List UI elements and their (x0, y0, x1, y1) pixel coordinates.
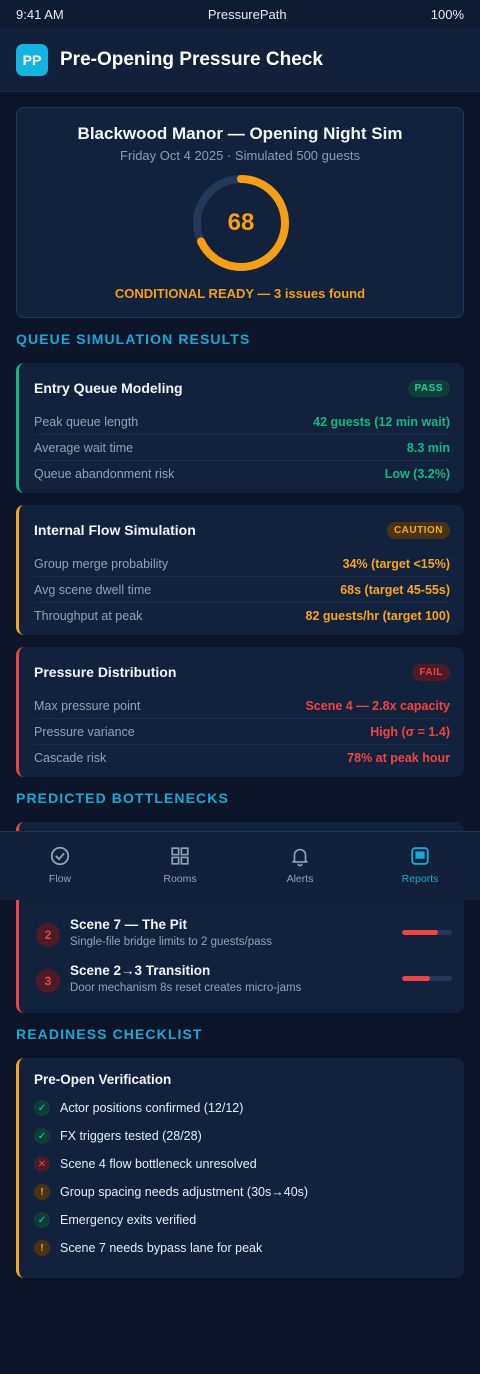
bottleneck-title: Scene 7 — The Pit (70, 917, 188, 932)
check-icon: ✓ (34, 1100, 50, 1116)
status-app-name: PressurePath (207, 6, 287, 22)
metric-label: Queue abandonment risk (34, 467, 175, 481)
metric-label: Peak queue length (34, 414, 139, 429)
simulation-title: Blackwood Manor — Opening Night Sim (77, 124, 403, 143)
bottleneck-description: Door mechanism 8s reset creates micro-ja… (70, 982, 302, 994)
nav-label: Flow (48, 873, 72, 885)
severity-bar (402, 976, 452, 981)
metric-row: Pressure variance High (σ = 1.4) (34, 719, 450, 745)
metric-value: 78% at peak hour (347, 751, 450, 765)
metric-label: Max pressure point (34, 698, 141, 713)
simulation-subtitle: Friday Oct 4 2025 · Simulated 500 guests (120, 148, 360, 163)
page-title: Pre-Opening Pressure Check (60, 48, 323, 70)
checklist-card: Pre-Open Verification ✓ Actor positions c… (16, 1058, 464, 1278)
metric-value: 34% (target <15%) (342, 556, 450, 571)
card-entry-queue[interactable]: Entry Queue Modeling PASS Peak queue len… (16, 363, 464, 493)
metric-row: Peak queue length 42 guests (12 min wait) (34, 409, 450, 435)
card-internal-flow[interactable]: Internal Flow Simulation CAUTION Group m… (16, 505, 464, 635)
report-icon (411, 847, 429, 865)
metric-value: 82 guests/hr (target 100) (305, 609, 451, 623)
app-logo: PP (16, 43, 48, 76)
metric-label: Throughput at peak (34, 609, 143, 623)
severity-bar-fill (402, 930, 438, 935)
metric-row: Queue abandonment risk Low (3.2%) (34, 461, 450, 487)
readiness-status: CONDITIONAL READY — 3 issues found (114, 286, 366, 301)
metric-value: Low (3.2%) (384, 467, 450, 481)
metric-row: Max pressure point Scene 4 — 2.8x capacit… (34, 693, 450, 719)
card-title: Entry Queue Modeling (34, 380, 183, 396)
app-header: PP Pre-Opening Pressure Check (0, 28, 480, 92)
checklist-item-text: Actor positions confirmed (12/12) (60, 1101, 244, 1115)
metric-label: Average wait time (34, 440, 134, 455)
nav-item-flow[interactable]: Flow (0, 832, 120, 900)
checklist-title: Pre-Open Verification (34, 1072, 172, 1087)
metric-label: Group merge probability (34, 556, 169, 571)
metric-row: Cascade risk 78% at peak hour (34, 745, 450, 771)
metric-value: 68s (target 45-55s) (340, 582, 450, 597)
nav-label: Alerts (286, 873, 314, 885)
check-icon: ✓ (34, 1128, 50, 1144)
bell-icon (292, 848, 308, 867)
nav-item-rooms[interactable]: Rooms (120, 832, 240, 900)
grid-icon (171, 847, 189, 865)
bottleneck-item[interactable]: 2 Scene 7 — The Pit Single-file bridge l… (34, 917, 454, 961)
warning-icon: ! (34, 1240, 50, 1256)
nav-label: Reports (401, 873, 439, 885)
nav-label: Rooms (163, 873, 197, 885)
nav-item-alerts[interactable]: Alerts (240, 832, 360, 900)
card-title: Internal Flow Simulation (34, 522, 196, 538)
checklist-item-text: Group spacing needs adjustment (30s→40s) (60, 1185, 309, 1199)
metric-row: Average wait time 8.3 min (34, 435, 450, 461)
bottleneck-description: Single-file bridge limits to 2 guests/pa… (70, 936, 272, 948)
status-battery: 100% (430, 6, 464, 22)
checklist-item-text: Scene 4 flow bottleneck unresolved (60, 1157, 257, 1171)
severity-bar (402, 930, 452, 935)
metric-value: 8.3 min (406, 440, 450, 455)
warning-icon: ! (34, 1184, 50, 1200)
checklist-item[interactable]: ✕ Scene 4 flow bottleneck unresolved (34, 1150, 449, 1178)
bottleneck-rank: 2 (36, 923, 60, 947)
metric-label: Cascade risk (34, 751, 107, 765)
readiness-summary-card: Blackwood Manor — Opening Night Sim Frid… (16, 107, 464, 318)
section-title-checklist: READINESS CHECKLIST (16, 1026, 203, 1042)
status-badge: FAIL (412, 663, 450, 681)
check-icon: ✓ (34, 1212, 50, 1228)
metric-value: 42 guests (12 min wait) (313, 414, 450, 429)
bottom-nav: Flow Rooms Alerts Reports (0, 831, 480, 900)
check-circle-icon (50, 846, 70, 866)
bottleneck-item[interactable]: 3 Scene 2→3 Transition Door mechanism 8s… (34, 963, 454, 1007)
nav-item-reports[interactable]: Reports (360, 832, 480, 900)
metric-row: Avg scene dwell time 68s (target 45-55s) (34, 577, 450, 603)
section-title-bottlenecks: PREDICTED BOTTLENECKS (16, 790, 229, 806)
metric-label: Pressure variance (34, 724, 135, 739)
section-title-queue: QUEUE SIMULATION RESULTS (16, 331, 251, 347)
metric-row: Throughput at peak 82 guests/hr (target 1… (34, 603, 450, 629)
metric-value: High (σ = 1.4) (370, 724, 450, 739)
status-badge: PASS (407, 379, 450, 397)
checklist-item-text: FX triggers tested (28/28) (60, 1129, 202, 1143)
severity-bar-fill (402, 976, 430, 981)
metric-row: Group merge probability 34% (target <15%) (34, 551, 450, 577)
metric-label: Avg scene dwell time (34, 582, 152, 597)
status-badge: CAUTION (386, 521, 450, 539)
status-bar: 9:41 AM PressurePath 100% (0, 0, 480, 28)
card-title: Pressure Distribution (34, 664, 177, 680)
checklist-item[interactable]: ! Scene 7 needs bypass lane for peak (34, 1234, 449, 1262)
checklist-item[interactable]: ! Group spacing needs adjustment (30s→40s… (34, 1178, 449, 1206)
metric-value: Scene 4 — 2.8x capacity (305, 698, 450, 713)
bottleneck-rank: 3 (36, 969, 60, 993)
checklist-item[interactable]: ✓ FX triggers tested (28/28) (34, 1122, 449, 1150)
checklist-item-text: Emergency exits verified (60, 1213, 197, 1227)
checklist-item-text: Scene 7 needs bypass lane for peak (60, 1241, 263, 1255)
cross-icon: ✕ (34, 1156, 50, 1172)
status-time: 9:41 AM (16, 6, 64, 22)
checklist-item[interactable]: ✓ Emergency exits verified (34, 1206, 449, 1234)
card-pressure-distribution[interactable]: Pressure Distribution FAIL Max pressure … (16, 647, 464, 777)
bottleneck-title: Scene 2→3 Transition (70, 963, 211, 978)
readiness-score: 68 (227, 209, 255, 236)
checklist-item[interactable]: ✓ Actor positions confirmed (12/12) (34, 1094, 449, 1122)
